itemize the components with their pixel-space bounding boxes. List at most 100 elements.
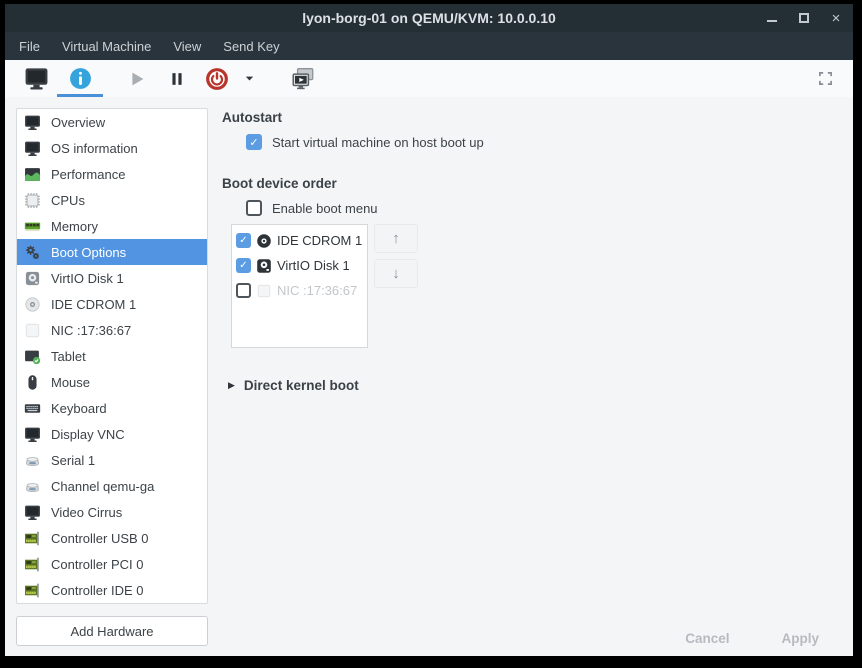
close-button[interactable]: × xyxy=(829,11,843,25)
maximize-button[interactable] xyxy=(797,11,811,25)
sidebar-item-channel-qemu-ga[interactable]: Channel qemu-ga xyxy=(17,473,207,499)
vm-details-window: lyon-borg-01 on QEMU/KVM: 10.0.0.10 × Fi… xyxy=(5,4,853,656)
shutdown-menu-button[interactable] xyxy=(237,60,261,97)
boot-device-checkbox[interactable] xyxy=(236,283,251,298)
sidebar-item-label: NIC :17:36:67 xyxy=(51,323,131,338)
footer-actions: Cancel Apply xyxy=(685,631,819,646)
sidebar-item-overview[interactable]: Overview xyxy=(17,109,207,135)
cdrom-dark-icon xyxy=(256,233,272,249)
sidebar-item-label: Boot Options xyxy=(51,245,126,260)
sidebar-item-label: Performance xyxy=(51,167,125,182)
autostart-checkbox[interactable]: ✓ xyxy=(246,134,262,150)
enable-boot-menu-checkbox[interactable] xyxy=(246,200,262,216)
fullscreen-button[interactable] xyxy=(807,60,843,97)
sidebar-item-label: Video Cirrus xyxy=(51,505,122,520)
boot-device-list: ✓ IDE CDROM 1 ✓VirtIO Disk 1NIC :17:36:67 xyxy=(231,224,368,348)
pause-button[interactable] xyxy=(157,60,197,97)
shutdown-button[interactable] xyxy=(197,60,237,97)
boot-device-checkbox[interactable]: ✓ xyxy=(236,258,251,273)
titlebar[interactable]: lyon-borg-01 on QEMU/KVM: 10.0.0.10 × xyxy=(5,4,853,32)
sidebar-item-controller-usb-0[interactable]: Controller USB 0 xyxy=(17,525,207,551)
monitor-icon xyxy=(24,114,41,131)
fullscreen-icon xyxy=(818,71,833,86)
performance-icon xyxy=(24,166,41,183)
sidebar-item-keyboard[interactable]: Keyboard xyxy=(17,395,207,421)
sidebar-item-label: Overview xyxy=(51,115,105,130)
cancel-button[interactable]: Cancel xyxy=(685,631,729,646)
autostart-row: ✓ Start virtual machine on host boot up xyxy=(246,134,853,150)
sidebar-item-os-information[interactable]: OS information xyxy=(17,135,207,161)
menu-view[interactable]: View xyxy=(165,39,209,54)
toolbar xyxy=(5,60,853,97)
shutdown-power-icon xyxy=(205,67,229,91)
monitor-icon xyxy=(24,426,41,443)
direct-kernel-boot-expander[interactable]: ▶ Direct kernel boot xyxy=(228,378,853,393)
sidebar-item-performance[interactable]: Performance xyxy=(17,161,207,187)
sidebar-item-virtio-disk-1[interactable]: VirtIO Disk 1 xyxy=(17,265,207,291)
move-up-button[interactable]: ↑ xyxy=(374,224,418,253)
pci-card-icon xyxy=(24,556,41,573)
boot-order-heading: Boot device order xyxy=(222,176,853,191)
sidebar-item-tablet[interactable]: Tablet xyxy=(17,343,207,369)
virtual-displays-button[interactable] xyxy=(281,60,325,97)
boot-device-label: IDE CDROM 1 xyxy=(277,233,362,248)
arrow-up-icon: ↑ xyxy=(392,230,400,247)
minimize-icon xyxy=(767,20,777,22)
maximize-icon xyxy=(799,13,809,23)
nic-faint-icon xyxy=(256,283,272,299)
menu-send-key[interactable]: Send Key xyxy=(215,39,287,54)
window-title: lyon-borg-01 on QEMU/KVM: 10.0.0.10 xyxy=(5,10,853,26)
virtual-displays-icon xyxy=(290,66,316,92)
sidebar-item-label: IDE CDROM 1 xyxy=(51,297,136,312)
close-icon: × xyxy=(832,11,841,26)
boot-device-checkbox[interactable]: ✓ xyxy=(236,233,251,248)
sidebar-item-label: Memory xyxy=(51,219,98,234)
sidebar-item-memory[interactable]: Memory xyxy=(17,213,207,239)
boot-device-row-nic-17-36-67[interactable]: NIC :17:36:67 xyxy=(236,278,367,303)
serial-icon xyxy=(24,452,41,469)
sidebar-item-controller-pci-0[interactable]: Controller PCI 0 xyxy=(17,551,207,577)
cpu-icon xyxy=(24,192,41,209)
boot-device-row-ide-cdrom-1[interactable]: ✓ IDE CDROM 1 xyxy=(236,228,367,253)
sidebar-item-label: Serial 1 xyxy=(51,453,95,468)
sidebar-item-video-cirrus[interactable]: Video Cirrus xyxy=(17,499,207,525)
sidebar-item-label: Tablet xyxy=(51,349,86,364)
run-button[interactable] xyxy=(117,60,157,97)
hardware-list: Overview OS information Performance CPUs Mem… xyxy=(16,108,208,604)
boot-device-area: ✓IDE CDROM 1✓VirtIO Disk 1NIC :17:36:67 … xyxy=(231,224,853,348)
console-monitor-button[interactable] xyxy=(15,60,57,97)
sidebar-item-serial-1[interactable]: Serial 1 xyxy=(17,447,207,473)
shutdown-menu-caret-icon xyxy=(244,73,255,84)
vm-details-info-button[interactable] xyxy=(57,60,103,97)
cdrom-gray-icon xyxy=(24,296,41,313)
sidebar-item-mouse[interactable]: Mouse xyxy=(17,369,207,395)
sidebar-item-boot-options[interactable]: Boot Options xyxy=(17,239,207,265)
sidebar-item-label: Keyboard xyxy=(51,401,107,416)
window-frame: lyon-borg-01 on QEMU/KVM: 10.0.0.10 × Fi… xyxy=(0,0,862,668)
sidebar-item-label: OS information xyxy=(51,141,138,156)
console-monitor-icon xyxy=(24,66,49,91)
boot-move-buttons: ↑ ↓ xyxy=(374,224,418,288)
menu-virtual-machine[interactable]: Virtual Machine xyxy=(54,39,159,54)
sidebar-item-ide-cdrom-1[interactable]: IDE CDROM 1 xyxy=(17,291,207,317)
sidebar-item-controller-ide-0[interactable]: Controller IDE 0 xyxy=(17,577,207,603)
sidebar-item-display-vnc[interactable]: Display VNC xyxy=(17,421,207,447)
memory-icon xyxy=(24,218,41,235)
sidebar-item-label: Channel qemu-ga xyxy=(51,479,154,494)
arrow-down-icon: ↓ xyxy=(392,265,400,282)
move-down-button[interactable]: ↓ xyxy=(374,259,418,288)
sidebar-item-label: Mouse xyxy=(51,375,90,390)
boot-device-row-virtio-disk-1[interactable]: ✓VirtIO Disk 1 xyxy=(236,253,367,278)
menu-file[interactable]: File xyxy=(11,39,48,54)
serial-icon xyxy=(24,478,41,495)
minimize-button[interactable] xyxy=(765,11,779,25)
sidebar-item-cpus[interactable]: CPUs xyxy=(17,187,207,213)
enable-boot-menu-row: Enable boot menu xyxy=(246,200,853,216)
monitor-icon xyxy=(24,504,41,521)
add-hardware-button[interactable]: Add Hardware xyxy=(16,616,208,646)
apply-button[interactable]: Apply xyxy=(781,631,819,646)
disk-gray-icon xyxy=(24,270,41,287)
sidebar-item-label: CPUs xyxy=(51,193,85,208)
sidebar-item-nic-17-36-67[interactable]: NIC :17:36:67 xyxy=(17,317,207,343)
sidebar: Overview OS information Performance CPUs Mem… xyxy=(5,97,208,656)
